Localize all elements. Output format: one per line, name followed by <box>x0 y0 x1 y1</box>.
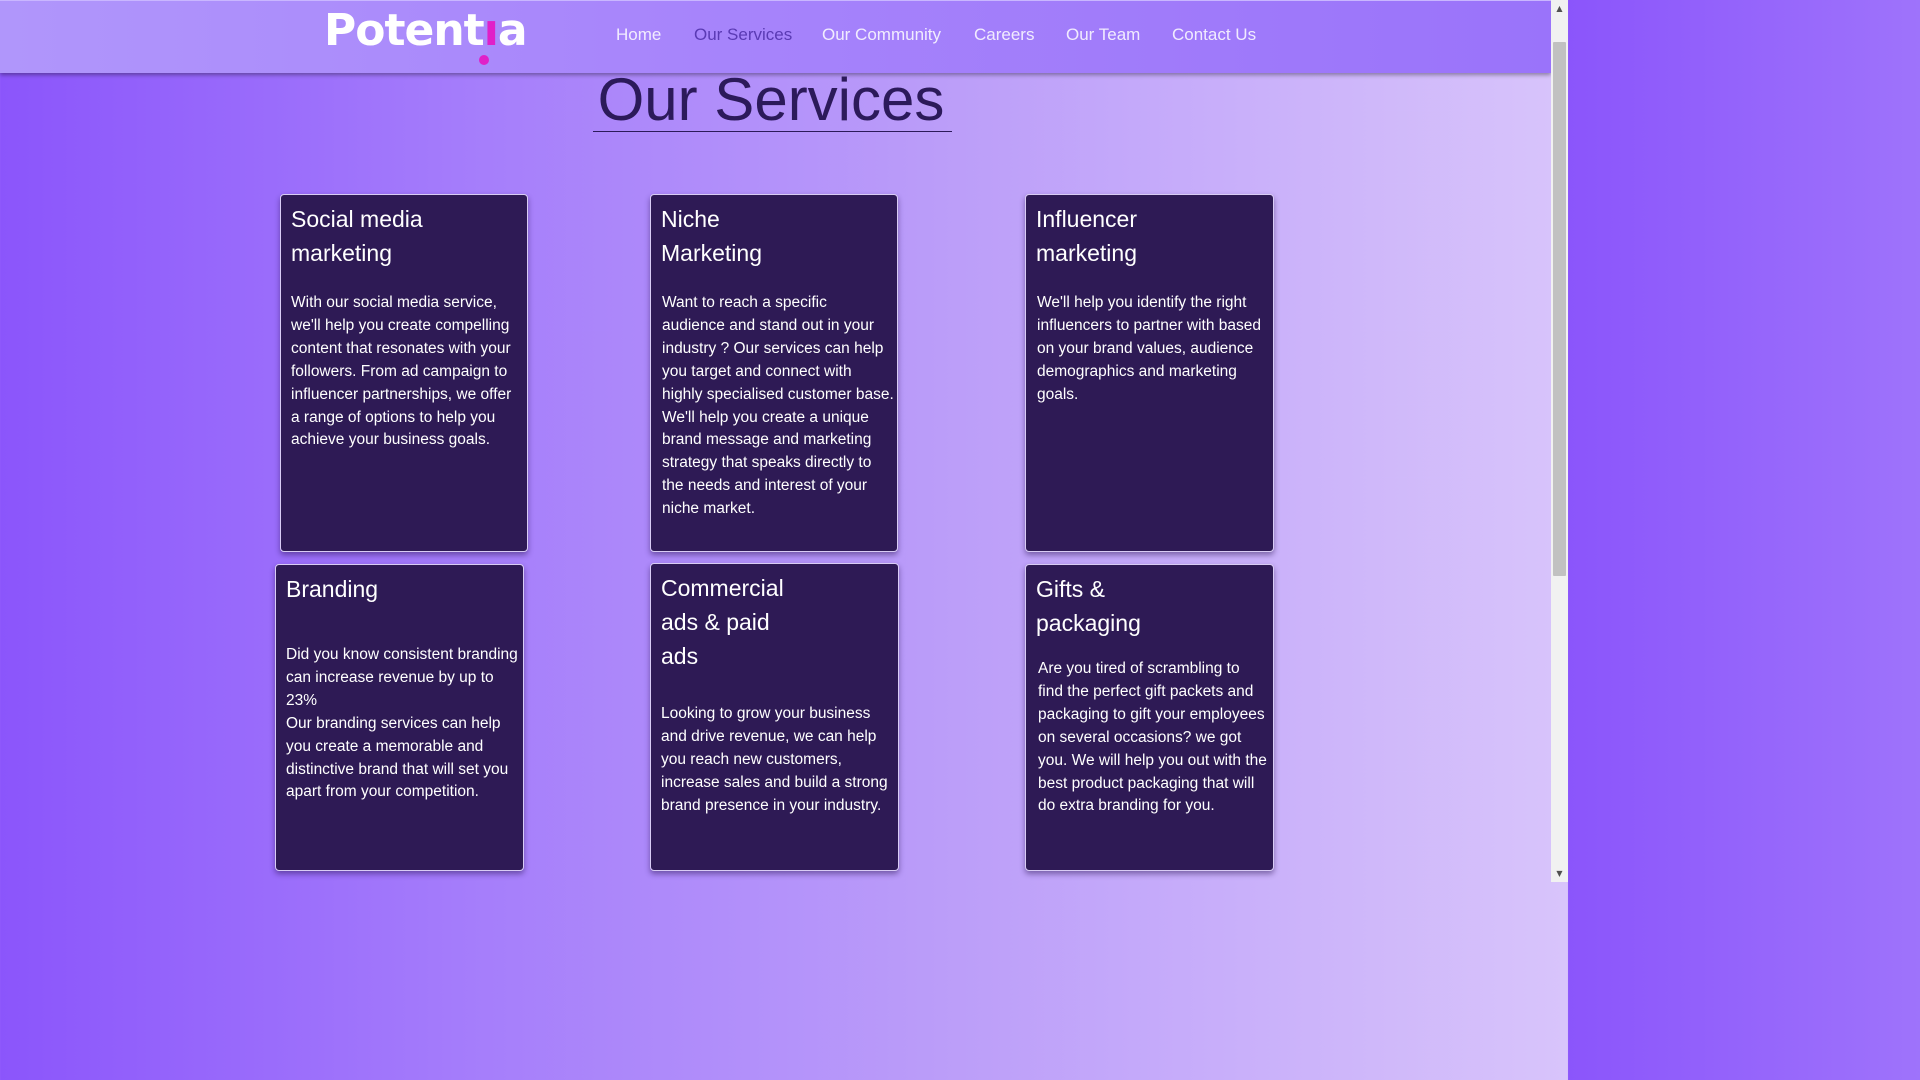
page-scrollbar[interactable]: ▲ ▼ <box>1551 0 1568 882</box>
card-title: Commercial ads & paid ads <box>661 575 784 669</box>
title-underline <box>593 131 952 132</box>
card-title: Gifts & packaging <box>1036 576 1141 636</box>
service-card-social-media: Social media marketing With our social m… <box>280 194 528 552</box>
nav-home[interactable]: Home <box>616 25 661 45</box>
card-text: Want to reach a specific audience and st… <box>662 294 894 518</box>
logo-dot-icon <box>479 55 489 65</box>
card-text: With our social media service, we'll hel… <box>291 294 512 449</box>
card-text: Are you tired of scrambling to find the … <box>1038 660 1267 815</box>
nav-our-team[interactable]: Our Team <box>1066 25 1140 45</box>
card-text: Looking to grow your business and drive … <box>661 705 888 814</box>
card-title: Niche Marketing <box>661 206 762 266</box>
nav-our-community[interactable]: Our Community <box>822 25 941 45</box>
site-header: Potentıa Home Our Services Our Community… <box>0 0 1551 73</box>
service-card-influencer-marketing: Influencer marketing We'll help you iden… <box>1025 194 1274 552</box>
scroll-down-icon[interactable]: ▼ <box>1551 865 1568 882</box>
service-card-gifts-packaging: Gifts & packaging Are you tired of scram… <box>1025 564 1274 871</box>
service-card-niche-marketing: Niche Marketing Want to reach a specific… <box>650 194 898 552</box>
card-title: Social media marketing <box>291 206 423 266</box>
page-title: Our Services <box>597 66 945 133</box>
service-card-commercial-ads: Commercial ads & paid ads Looking to gro… <box>650 563 899 871</box>
scroll-thumb[interactable] <box>1553 42 1566 576</box>
card-text: We'll help you identify the right influe… <box>1037 294 1262 403</box>
main-nav: Home Our Services Our Community Careers … <box>0 25 1551 49</box>
nav-our-services[interactable]: Our Services <box>694 25 792 45</box>
service-card-branding: Branding Did you know consistent brandin… <box>275 564 524 871</box>
nav-careers[interactable]: Careers <box>974 25 1034 45</box>
nav-contact-us[interactable]: Contact Us <box>1172 25 1256 45</box>
scroll-up-icon[interactable]: ▲ <box>1551 0 1568 17</box>
card-title: Influencer marketing <box>1036 206 1138 266</box>
card-text: Did you know consistent branding can inc… <box>286 646 518 801</box>
card-title: Branding <box>286 576 379 602</box>
page: Potentıa Home Our Services Our Community… <box>0 0 1551 882</box>
